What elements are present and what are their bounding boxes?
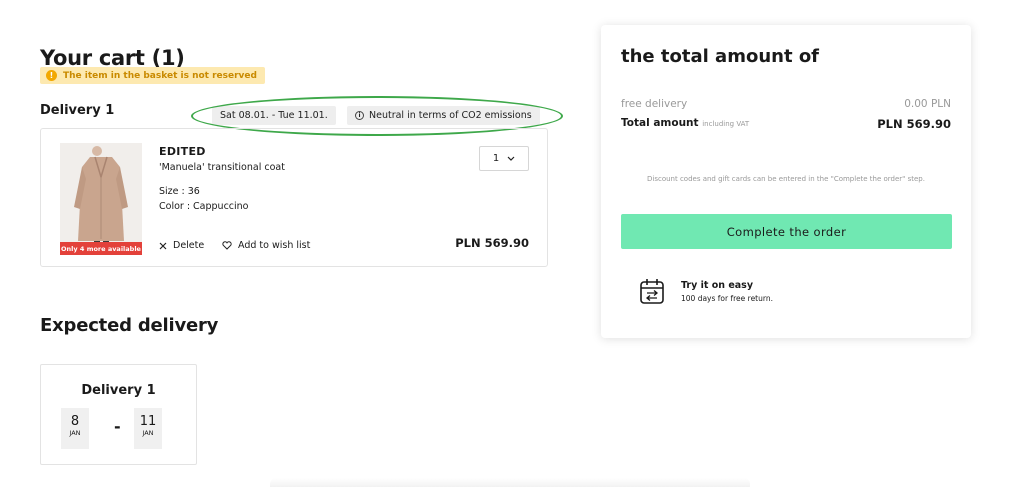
delivery-label: Delivery 1 — [40, 103, 115, 118]
expected-delivery-card: Delivery 1 8 JAN - 11 JAN — [40, 364, 197, 465]
close-icon — [159, 242, 167, 249]
date-separator: - — [114, 417, 121, 436]
delivery-from-date: 8 JAN — [61, 408, 89, 449]
quantity-value: 1 — [492, 153, 500, 164]
to-month: JAN — [142, 429, 154, 437]
total-amount-label: Total amount including VAT — [621, 117, 749, 129]
cart-item-card: Only 4 more available EDITED 'Manuela' t… — [40, 128, 548, 267]
free-delivery-label: free delivery — [621, 98, 688, 110]
to-day: 11 — [139, 414, 157, 429]
stock-badge: Only 4 more available — [60, 242, 142, 255]
delivery-to-date: 11 JAN — [134, 408, 162, 449]
delete-button[interactable]: Delete — [159, 240, 204, 251]
wishlist-label: Add to wish list — [238, 240, 311, 251]
wishlist-button[interactable]: Add to wish list — [222, 240, 310, 251]
total-amount-value: PLN 569.90 — [877, 117, 951, 131]
expected-delivery-label: Delivery 1 — [81, 383, 156, 398]
total-label-text: Total amount — [621, 117, 699, 129]
not-reserved-text: The item in the basket is not reserved — [63, 70, 257, 81]
discount-note: Discount codes and gift cards can be ent… — [647, 175, 925, 183]
heart-icon — [222, 241, 232, 250]
product-name[interactable]: 'Manuela' transitional coat — [159, 162, 285, 173]
product-brand[interactable]: EDITED — [159, 145, 206, 158]
quantity-select[interactable]: 1 — [479, 146, 529, 171]
summary-title: the total amount of — [621, 46, 820, 67]
chevron-down-icon — [507, 156, 515, 161]
try-easy-subtitle: 100 days for free return. — [681, 294, 773, 303]
from-month: JAN — [69, 429, 81, 437]
complete-order-button[interactable]: Complete the order — [621, 214, 952, 249]
coat-image — [60, 143, 142, 255]
product-image[interactable]: Only 4 more available — [60, 143, 142, 255]
item-price: PLN 569.90 — [455, 236, 529, 250]
vat-note: including VAT — [702, 120, 750, 128]
product-color: Color : Cappuccino — [159, 201, 249, 212]
delete-label: Delete — [173, 240, 205, 251]
from-day: 8 — [70, 414, 80, 429]
expected-delivery-title: Expected delivery — [40, 315, 219, 336]
try-easy-title: Try it on easy — [681, 280, 754, 291]
free-delivery-value: 0.00 PLN — [904, 98, 951, 110]
warning-icon: ! — [46, 70, 57, 81]
not-reserved-badge: ! The item in the basket is not reserved — [40, 67, 265, 84]
bottom-bar-edge — [270, 478, 750, 487]
order-summary-panel: the total amount of free delivery 0.00 P… — [601, 25, 971, 338]
product-size: Size : 36 — [159, 186, 200, 197]
calendar-return-icon — [640, 279, 664, 304]
